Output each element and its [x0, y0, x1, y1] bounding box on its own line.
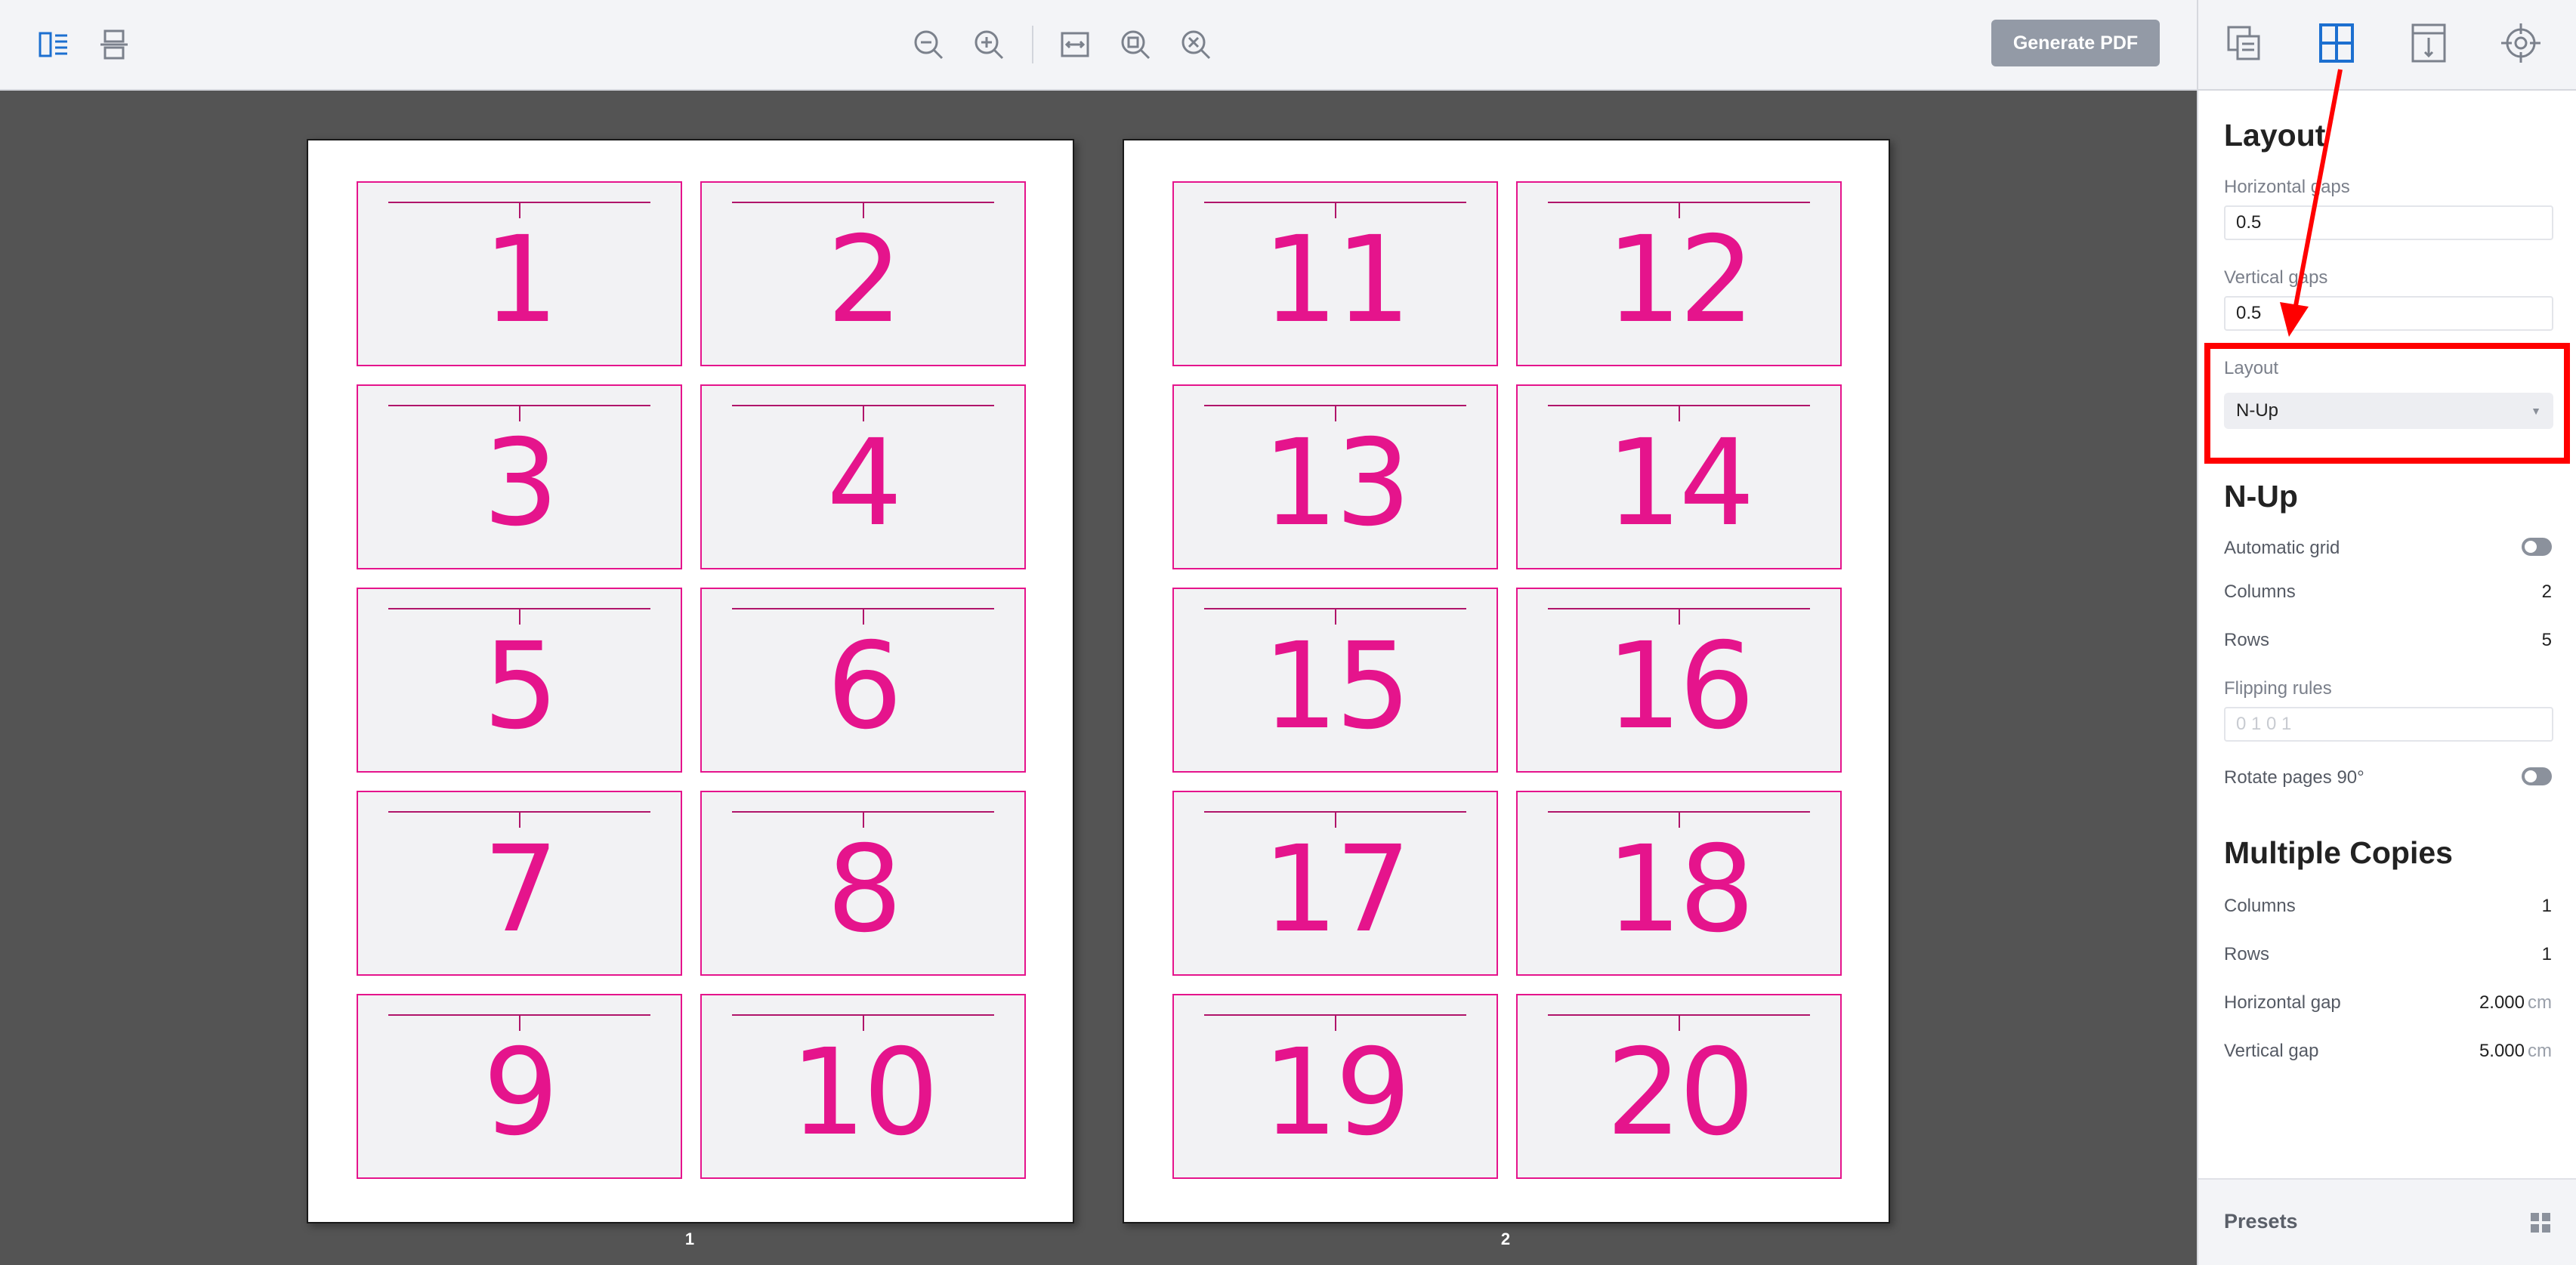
automatic-grid-toggle[interactable]: [2522, 538, 2552, 556]
card-number: 13: [1262, 414, 1411, 553]
imposed-card: 19: [1172, 994, 1498, 1179]
nup-rows-label: Rows: [2224, 630, 2270, 650]
card-number: 4: [826, 414, 903, 553]
imposed-card: 20: [1516, 994, 1842, 1179]
vgap-unit: cm: [2528, 1041, 2552, 1061]
copies-horizontal-gap-value[interactable]: 2.000 cm: [2479, 992, 2552, 1014]
card-number: 1: [483, 211, 559, 350]
imposed-card: 17: [1172, 791, 1498, 976]
layout-tab-icon[interactable]: [2310, 17, 2363, 69]
card-number: 10: [789, 1023, 939, 1162]
imposed-card: 13: [1172, 384, 1498, 569]
imposed-card: 2: [700, 181, 1026, 366]
imposed-card: 11: [1172, 181, 1498, 366]
rotate-pages-label: Rotate pages 90°: [2224, 767, 2364, 788]
nup-rows-value[interactable]: 5: [2542, 630, 2552, 651]
imposed-card: 3: [357, 384, 682, 569]
imposed-card: 16: [1516, 588, 1842, 773]
zoom-in-icon[interactable]: [967, 23, 1011, 66]
vertical-gaps-label: Vertical gaps: [2224, 267, 2328, 288]
continuous-scroll-view-icon[interactable]: [92, 23, 136, 66]
actual-size-icon[interactable]: [1174, 23, 1218, 66]
fit-width-icon[interactable]: [1053, 23, 1097, 66]
copies-columns-value[interactable]: 1: [2542, 896, 2552, 917]
imposed-card: 7: [357, 791, 682, 976]
card-number: 15: [1262, 617, 1411, 756]
imposed-card: 18: [1516, 791, 1842, 976]
card-number: 7: [483, 820, 559, 959]
card-number: 8: [826, 820, 903, 959]
card-number: 9: [483, 1023, 559, 1162]
imposed-card: 12: [1516, 181, 1842, 366]
nup-section-title: N-Up: [2224, 479, 2298, 514]
card-number: 20: [1605, 1023, 1755, 1162]
card-number: 6: [826, 617, 903, 756]
imposed-card: 8: [700, 791, 1026, 976]
fit-page-icon[interactable]: [1113, 23, 1157, 66]
presets-bar[interactable]: Presets: [2198, 1178, 2576, 1265]
page-number: 1: [684, 1230, 695, 1248]
flipping-rules-label: Flipping rules: [2224, 678, 2332, 699]
preview-canvas[interactable]: 1 2 3 4 5 6 7 8 9 10 1 11 12 13 14 15 16 17 18 19 20 2: [0, 91, 2197, 1265]
card-number: 18: [1605, 820, 1755, 959]
horizontal-gaps-input[interactable]: [2224, 205, 2553, 240]
horizontal-gaps-label: Horizontal gaps: [2224, 177, 2350, 197]
multiple-copies-section-title: Multiple Copies: [2224, 835, 2453, 870]
hgap-unit: cm: [2528, 992, 2552, 1013]
crop-marks-tab-icon[interactable]: [2494, 17, 2547, 69]
nup-columns-label: Columns: [2224, 582, 2296, 602]
copies-rows-value[interactable]: 1: [2542, 944, 2552, 965]
single-page-view-icon[interactable]: [32, 23, 76, 66]
layout-section-title: Layout: [2224, 118, 2326, 153]
card-number: 16: [1605, 617, 1755, 756]
card-number: 3: [483, 414, 559, 553]
imposed-card: 15: [1172, 588, 1498, 773]
settings-panel: Layout Horizontal gaps Vertical gaps Lay…: [2197, 0, 2576, 1265]
presets-label: Presets: [2224, 1210, 2298, 1233]
grid-icon[interactable]: [2529, 1211, 2552, 1234]
automatic-grid-label: Automatic grid: [2224, 538, 2340, 558]
copies-columns-label: Columns: [2224, 896, 2296, 916]
card-number: 12: [1605, 211, 1755, 350]
card-number: 19: [1262, 1023, 1411, 1162]
imposed-card: 6: [700, 588, 1026, 773]
imposed-card: 14: [1516, 384, 1842, 569]
card-number: 5: [483, 617, 559, 756]
copies-vertical-gap-label: Vertical gap: [2224, 1041, 2319, 1061]
copies-vertical-gap-value[interactable]: 5.000 cm: [2479, 1041, 2552, 1062]
vertical-gaps-input[interactable]: [2224, 296, 2553, 331]
documents-tab-icon[interactable]: [2218, 17, 2271, 69]
layout-type-value: N-Up: [2236, 400, 2279, 421]
card-number: 2: [826, 211, 903, 350]
imposed-card: 9: [357, 994, 682, 1179]
chevron-down-icon: ▼: [2531, 405, 2541, 417]
vgap-number: 5.000: [2479, 1041, 2525, 1061]
copies-rows-label: Rows: [2224, 944, 2270, 964]
imposed-card: 10: [700, 994, 1026, 1179]
nup-columns-value[interactable]: 2: [2542, 582, 2552, 603]
sheet-page: 1 2 3 4 5 6 7 8 9 10: [307, 139, 1074, 1223]
card-number: 11: [1262, 211, 1411, 350]
imposed-card: 1: [357, 181, 682, 366]
sheet-page: 11 12 13 14 15 16 17 18 19 20: [1123, 139, 1890, 1223]
toolbar-separator: [1032, 26, 1033, 63]
card-number: 17: [1262, 820, 1411, 959]
imposed-card: 4: [700, 384, 1026, 569]
flipping-rules-input[interactable]: [2224, 707, 2553, 742]
zoom-out-icon[interactable]: [907, 23, 950, 66]
layout-type-select[interactable]: N-Up ▼: [2224, 393, 2553, 429]
hgap-number: 2.000: [2479, 992, 2525, 1013]
generate-pdf-button[interactable]: Generate PDF: [1991, 20, 2160, 66]
card-number: 14: [1605, 414, 1755, 553]
marks-tab-icon[interactable]: [2402, 17, 2455, 69]
top-toolbar: Generate PDF: [0, 0, 2197, 91]
page-number: 2: [1500, 1230, 1511, 1248]
layout-type-label: Layout: [2224, 358, 2279, 378]
imposed-card: 5: [357, 588, 682, 773]
rotate-pages-toggle[interactable]: [2522, 767, 2552, 785]
copies-horizontal-gap-label: Horizontal gap: [2224, 992, 2341, 1013]
panel-tab-bar: [2198, 0, 2576, 91]
